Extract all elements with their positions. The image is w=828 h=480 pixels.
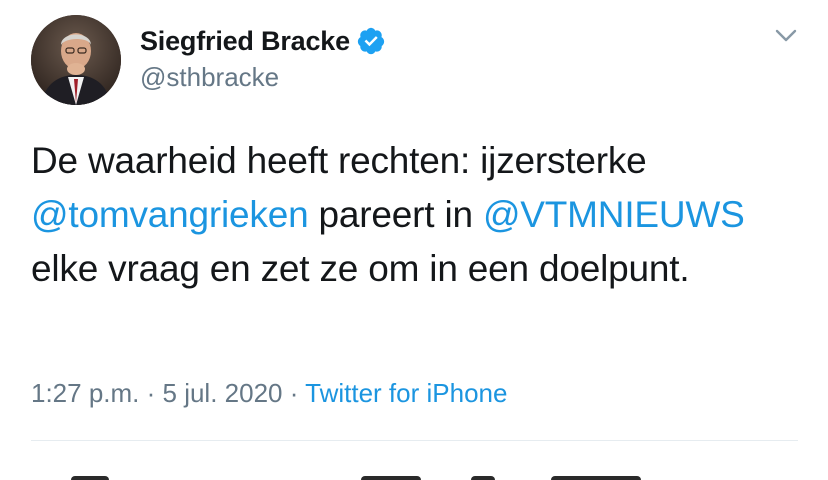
tweet-time[interactable]: 1:27 p.m.	[31, 378, 139, 408]
meta-separator: ·	[139, 378, 163, 408]
tweet-text-part: De waarheid heeft rechten: ijzersterke	[31, 140, 647, 181]
meta-separator: ·	[282, 378, 306, 408]
tweet-text-part: pareert in	[308, 194, 483, 235]
tweet-text: De waarheid heeft rechten: ijzersterke @…	[31, 134, 811, 296]
verified-badge-icon	[356, 26, 386, 56]
display-name-row[interactable]: Siegfried Bracke	[140, 24, 386, 58]
tweet-text-part: elke vraag en zet ze om in een doelpunt.	[31, 248, 690, 289]
cutoff-content	[31, 470, 798, 480]
divider	[31, 440, 798, 441]
user-handle[interactable]: @sthbracke	[140, 62, 279, 93]
avatar[interactable]	[31, 15, 121, 105]
mention-link[interactable]: @VTMNIEUWS	[483, 194, 745, 235]
cutoff-glyph	[361, 476, 421, 480]
avatar-image	[31, 15, 121, 105]
cutoff-glyph	[551, 476, 641, 480]
cutoff-glyph	[471, 476, 495, 480]
chevron-down-icon[interactable]	[770, 22, 802, 50]
display-name[interactable]: Siegfried Bracke	[140, 26, 350, 57]
tweet-meta: 1:27 p.m. · 5 jul. 2020 · Twitter for iP…	[31, 378, 507, 409]
tweet-source-link[interactable]: Twitter for iPhone	[305, 378, 507, 408]
tweet-date[interactable]: 5 jul. 2020	[163, 378, 283, 408]
mention-link[interactable]: @tomvangrieken	[31, 194, 309, 235]
tweet-card: Siegfried Bracke @sthbracke De waarheid …	[0, 0, 828, 480]
cutoff-glyph	[71, 476, 109, 480]
